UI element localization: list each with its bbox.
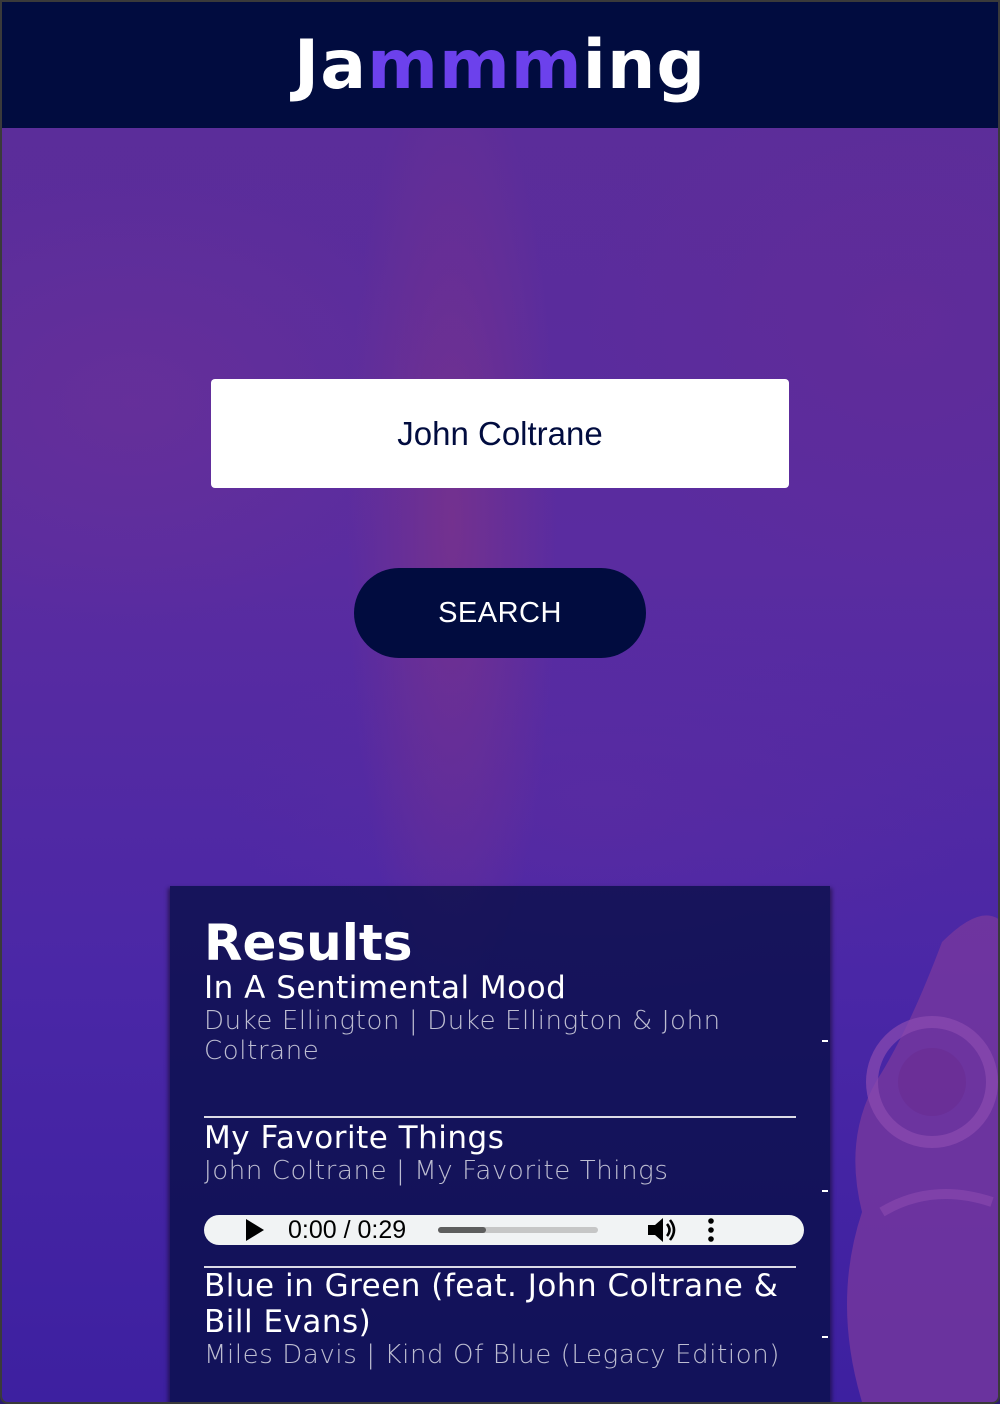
logo-prefix: Ja <box>293 25 368 105</box>
more-options-icon[interactable] <box>708 1217 714 1243</box>
audio-progress-fill <box>438 1227 487 1233</box>
track-item: My Favorite Things John Coltrane | My Fa… <box>204 1120 828 1268</box>
play-icon[interactable] <box>246 1219 264 1241</box>
track-info: John Coltrane | My Favorite Things <box>204 1156 669 1186</box>
app-window: Jammming SEARCH Results In A Sentimental… <box>0 0 1000 1404</box>
app-header: Jammming <box>2 2 998 128</box>
track-name: My Favorite Things <box>204 1120 505 1156</box>
track-item: In A Sentimental Mood Duke Ellington | D… <box>204 970 828 1118</box>
logo-suffix: ing <box>582 25 707 105</box>
volume-icon[interactable] <box>646 1215 678 1245</box>
add-track-button[interactable] <box>822 1336 828 1338</box>
audio-time: 0:00 / 0:29 <box>288 1215 407 1244</box>
app-logo: Jammming <box>294 26 706 105</box>
track-item: Blue in Green (feat. John Coltrane & Bil… <box>204 1268 828 1370</box>
results-panel: Results In A Sentimental Mood Duke Ellin… <box>170 886 830 1402</box>
track-name: In A Sentimental Mood <box>204 970 567 1006</box>
track-info: Duke Ellington | Duke Ellington & John C… <box>204 1006 721 1066</box>
search-input[interactable] <box>211 379 789 488</box>
track-name: Blue in Green (feat. John Coltrane & Bil… <box>204 1268 779 1340</box>
add-track-button[interactable] <box>822 1040 828 1042</box>
saxophone-graphic <box>847 915 998 1402</box>
audio-progress-bar[interactable] <box>438 1227 599 1233</box>
search-button[interactable]: SEARCH <box>354 568 646 658</box>
logo-accent: mmm <box>367 25 583 105</box>
results-title: Results <box>204 914 413 972</box>
audio-player: 0:00 / 0:29 <box>204 1215 804 1245</box>
add-track-button[interactable] <box>822 1190 828 1192</box>
track-info: Miles Davis | Kind Of Blue (Legacy Editi… <box>204 1340 781 1370</box>
